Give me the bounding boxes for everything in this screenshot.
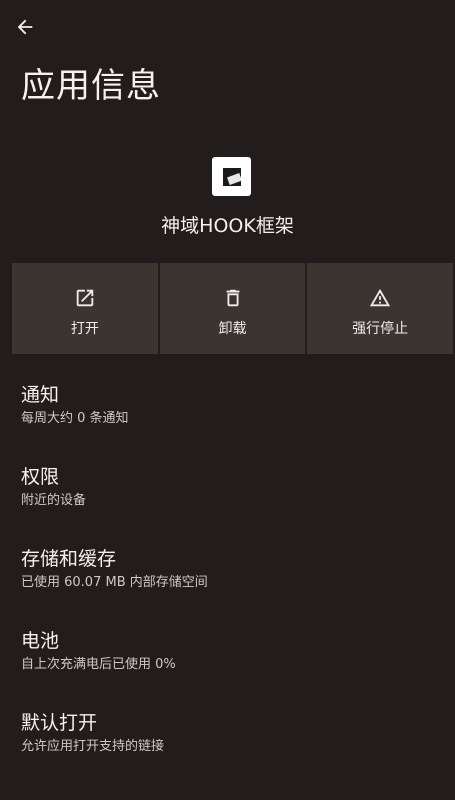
settings-item-title: 默认打开 <box>21 712 98 734</box>
settings-item-title: 通知 <box>21 384 60 406</box>
settings-item-subtitle: 附近的设备 <box>21 493 87 508</box>
trash-icon <box>222 287 244 309</box>
settings-item-title: 权限 <box>21 466 60 488</box>
open-external-icon <box>74 287 96 309</box>
settings-item-title: 电池 <box>21 630 60 652</box>
app-name: 神域HOOK框架 <box>161 215 294 237</box>
app-info-screen: 应用信息 神域HOOK框架 打开 卸载 强行停止 通知 每周大约 0 条通知 权… <box>0 0 455 800</box>
settings-item-storage[interactable]: 存储和缓存 已使用 60.07 MB 内部存储空间 <box>0 536 455 618</box>
action-buttons-row: 打开 卸载 强行停止 <box>12 263 454 354</box>
settings-item-subtitle: 允许应用打开支持的链接 <box>21 739 165 754</box>
settings-item-subtitle: 已使用 60.07 MB 内部存储空间 <box>21 575 208 590</box>
app-logo-icon <box>212 157 251 196</box>
settings-item-title: 存储和缓存 <box>21 548 117 570</box>
settings-item-subtitle: 每周大约 0 条通知 <box>21 411 129 426</box>
page-title: 应用信息 <box>21 66 161 106</box>
back-button[interactable] <box>12 16 38 42</box>
open-button[interactable]: 打开 <box>12 263 158 354</box>
warning-icon <box>369 287 391 309</box>
force-stop-button[interactable]: 强行停止 <box>307 263 454 354</box>
settings-list: 通知 每周大约 0 条通知 权限 附近的设备 存储和缓存 已使用 60.07 M… <box>0 372 455 782</box>
settings-item-subtitle: 自上次充满电后已使用 0% <box>21 657 176 672</box>
settings-item-permissions[interactable]: 权限 附近的设备 <box>0 454 455 536</box>
settings-item-open-by-default[interactable]: 默认打开 允许应用打开支持的链接 <box>0 700 455 782</box>
force-stop-button-label: 强行停止 <box>352 321 409 337</box>
settings-item-battery[interactable]: 电池 自上次充满电后已使用 0% <box>0 618 455 700</box>
open-button-label: 打开 <box>70 321 99 337</box>
arrow-back-icon <box>14 16 36 42</box>
uninstall-button[interactable]: 卸载 <box>159 263 306 354</box>
settings-item-notifications[interactable]: 通知 每周大约 0 条通知 <box>0 372 455 454</box>
uninstall-button-label: 卸载 <box>218 321 247 337</box>
